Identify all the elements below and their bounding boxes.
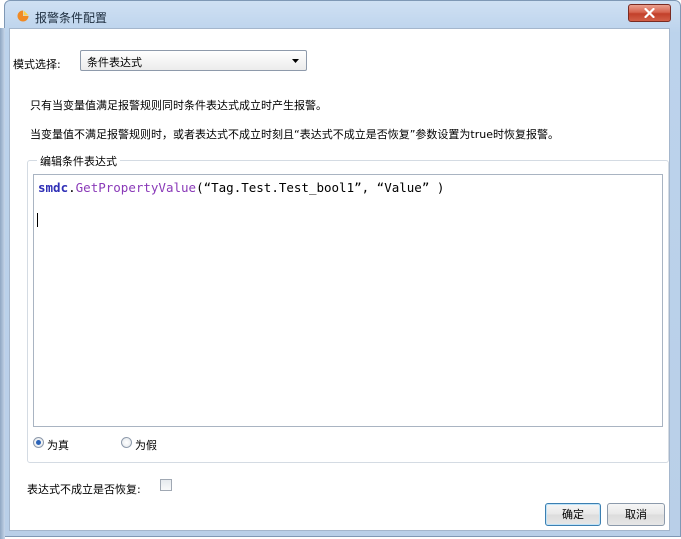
mode-select[interactable]: 条件表达式 [80, 50, 307, 71]
restore-label: 表达式不成立是否恢复: [27, 483, 141, 496]
code-dot: . [68, 180, 76, 195]
title-bar[interactable]: 报警条件配置 [5, 1, 680, 29]
restore-checkbox[interactable] [160, 479, 172, 491]
close-button[interactable] [628, 4, 671, 22]
mode-select-value: 条件表达式 [87, 56, 142, 69]
radio-false[interactable] [121, 437, 132, 448]
app-icon [17, 10, 29, 22]
code-method: GetPropertyValue [75, 180, 197, 195]
info-text-1: 只有当变量值满足报警规则同时条件表达式成立时产生报警。 [30, 99, 327, 112]
window-title: 报警条件配置 [35, 11, 108, 25]
radio-false-label[interactable]: 为假 [135, 437, 157, 453]
close-icon [644, 8, 655, 18]
code-args: (“Tag.Test.Test_bool1”, “Value” ) [196, 180, 445, 195]
mode-label: 模式选择: [13, 58, 61, 71]
ok-button[interactable]: 确定 [545, 503, 601, 526]
code-object: smdc [38, 180, 69, 195]
text-caret [37, 213, 38, 227]
radio-true[interactable] [33, 437, 44, 448]
dropdown-arrow-icon [292, 59, 299, 63]
radio-true-label[interactable]: 为真 [47, 437, 69, 453]
code-line: smdc.GetPropertyValue(“Tag.Test.Test_boo… [38, 180, 444, 195]
info-text-2: 当变量值不满足报警规则时，或者表达式不成立时刻且“表达式不成立是否恢复”参数设置… [30, 128, 559, 141]
editor-group-title: 编辑条件表达式 [37, 153, 120, 169]
expression-editor[interactable]: smdc.GetPropertyValue(“Tag.Test.Test_boo… [33, 174, 663, 427]
background-window-edge [0, 28, 5, 539]
cancel-button[interactable]: 取消 [607, 503, 665, 526]
